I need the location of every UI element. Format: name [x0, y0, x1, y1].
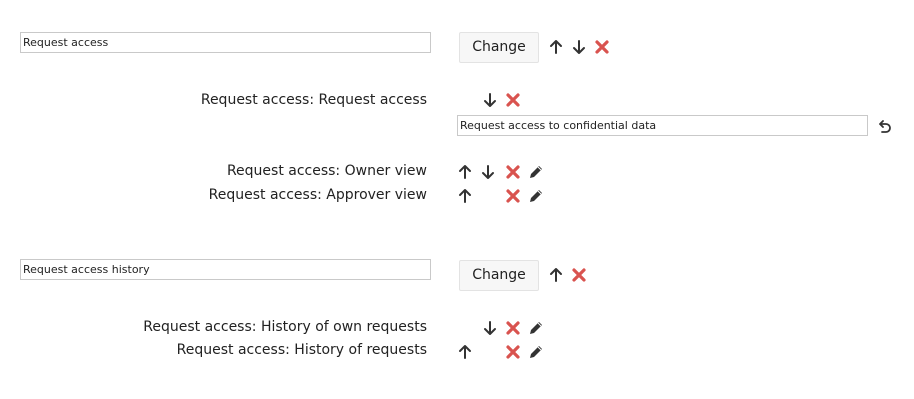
arrow-up-icon[interactable]	[548, 39, 564, 55]
arrow-down-icon[interactable]	[480, 164, 496, 180]
arrow-down-icon[interactable]	[571, 39, 587, 55]
arrow-down-icon[interactable]	[482, 92, 498, 108]
delete-cross-icon[interactable]	[505, 344, 521, 360]
delete-cross-icon[interactable]	[505, 164, 521, 180]
group-name-input[interactable]	[20, 32, 431, 53]
change-button[interactable]: Change	[459, 260, 539, 291]
action-label: Request access: Request access	[200, 92, 427, 108]
delete-cross-icon[interactable]	[505, 92, 521, 108]
arrow-down-icon[interactable]	[482, 320, 498, 336]
group-name-input[interactable]	[20, 259, 431, 280]
delete-cross-icon[interactable]	[571, 267, 587, 283]
arrow-up-icon[interactable]	[457, 188, 473, 204]
action-label: Request access: Approver view	[208, 187, 427, 203]
arrow-up-icon[interactable]	[457, 344, 473, 360]
delete-cross-icon[interactable]	[594, 39, 610, 55]
action-label: Request access: History of own requests	[143, 319, 427, 335]
undo-icon[interactable]	[876, 119, 892, 135]
delete-cross-icon[interactable]	[505, 188, 521, 204]
arrow-up-icon[interactable]	[457, 164, 473, 180]
pencil-icon[interactable]	[528, 344, 544, 360]
action-name-input[interactable]	[457, 115, 868, 136]
pencil-icon[interactable]	[528, 320, 544, 336]
action-label: Request access: History of requests	[176, 342, 427, 358]
action-label: Request access: Owner view	[226, 163, 427, 179]
delete-cross-icon[interactable]	[505, 320, 521, 336]
arrow-up-icon[interactable]	[548, 267, 564, 283]
pencil-icon[interactable]	[528, 164, 544, 180]
change-button[interactable]: Change	[459, 32, 539, 63]
pencil-icon[interactable]	[528, 188, 544, 204]
